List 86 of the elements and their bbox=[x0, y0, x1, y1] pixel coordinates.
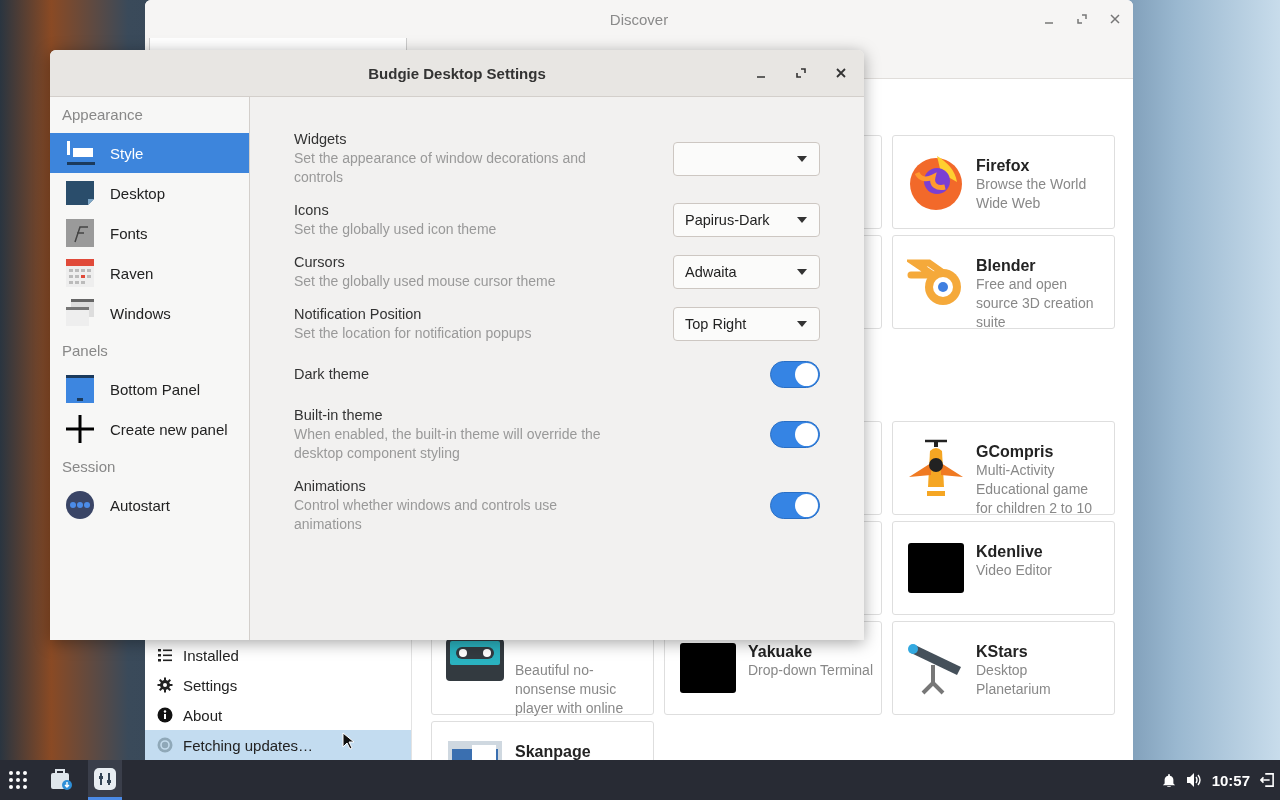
taskbar-app[interactable] bbox=[88, 760, 122, 800]
setting-description: Set the globally used mouse cursor theme bbox=[294, 272, 557, 291]
dots-circle-icon bbox=[65, 490, 95, 520]
volume-icon[interactable] bbox=[1185, 772, 1202, 788]
app-card[interactable]: Kdenlive Video Editor bbox=[892, 521, 1115, 615]
caret-icon bbox=[797, 217, 807, 223]
setting-label: Notification Position bbox=[294, 305, 423, 324]
plus-icon bbox=[65, 414, 95, 444]
maximize-icon[interactable] bbox=[1076, 13, 1088, 25]
app-description: Drop-down Terminal bbox=[748, 661, 874, 680]
windows-icon bbox=[65, 298, 95, 328]
setting-description: Set the globally used icon theme bbox=[294, 220, 498, 239]
app-name: Kdenlive bbox=[976, 543, 1044, 560]
sidebar-item[interactable]: Fonts bbox=[50, 213, 249, 253]
sidebar-item[interactable]: Bottom Panel bbox=[50, 369, 249, 409]
app-name: Firefox bbox=[976, 157, 1031, 174]
info-icon bbox=[157, 707, 173, 723]
dropdown[interactable]: Top Right bbox=[673, 307, 820, 341]
notification-bell-icon[interactable] bbox=[1161, 773, 1176, 787]
sidebar-item[interactable]: Settings bbox=[145, 670, 411, 700]
setting-label: Built-in theme bbox=[294, 406, 384, 425]
sidebar-item[interactable]: Desktop bbox=[50, 173, 249, 213]
desktop-icon bbox=[65, 178, 95, 208]
app-name: KStars bbox=[976, 643, 1029, 660]
setting-label: Dark theme bbox=[294, 365, 370, 384]
app-description: Browse the World Wide Web bbox=[976, 175, 1088, 213]
toggle-switch[interactable] bbox=[770, 492, 820, 519]
sync-icon bbox=[157, 737, 173, 753]
app-card[interactable]: Skanpage bbox=[431, 721, 654, 760]
caret-icon bbox=[797, 321, 807, 327]
app-name: Skanpage bbox=[515, 743, 592, 760]
toggle-switch[interactable] bbox=[770, 361, 820, 388]
app-name: GCompris bbox=[976, 443, 1055, 460]
setting-label: Cursors bbox=[294, 253, 346, 272]
app-description: Multi-Activity Educational game for children 2 to 10 bbox=[976, 461, 1093, 518]
sidebar-item[interactable]: Autostart bbox=[50, 485, 249, 525]
sidebar-item[interactable]: Fetching updates… bbox=[145, 730, 411, 760]
app-description: Video Editor bbox=[976, 561, 1053, 580]
app-name: Blender bbox=[976, 257, 1037, 274]
setting-label: Icons bbox=[294, 201, 330, 220]
window-title: Budgie Desktop Settings bbox=[368, 64, 546, 82]
setting-label: Widgets bbox=[294, 130, 348, 149]
setting-description: Control whether windows and controls use animations bbox=[294, 496, 559, 534]
app-card[interactable]: GCompris Multi-Activity Educational game for children 2 to 10 bbox=[892, 421, 1115, 515]
sidebar-item[interactable]: Windows bbox=[50, 293, 249, 333]
clock[interactable]: 10:57 bbox=[1211, 771, 1250, 789]
app-description: Desktop Planetarium bbox=[976, 661, 1052, 699]
style-icon bbox=[65, 138, 95, 168]
sidebar-item[interactable]: Create new panel bbox=[50, 409, 249, 449]
app-name: Yakuake bbox=[748, 643, 814, 660]
sidebar-item[interactable]: Raven bbox=[50, 253, 249, 293]
sidebar-item[interactable]: About bbox=[145, 700, 411, 730]
list-icon bbox=[157, 647, 173, 663]
calendar-icon bbox=[65, 258, 95, 288]
setting-label: Animations bbox=[294, 477, 367, 496]
sidebar-item[interactable]: Installed bbox=[145, 640, 411, 670]
airplane-icon bbox=[907, 439, 965, 497]
sidebar-item[interactable]: Style bbox=[50, 133, 249, 173]
app-description: Free and open source 3D creation suite bbox=[976, 275, 1095, 332]
settings-app-icon bbox=[93, 766, 117, 791]
app-card[interactable]: Firefox Browse the World Wide Web bbox=[892, 135, 1115, 229]
window-title: Discover bbox=[609, 10, 669, 28]
app-card[interactable]: Blender Free and open source 3D creation suite bbox=[892, 235, 1115, 329]
dropdown[interactable]: Papirus-Dark bbox=[673, 203, 820, 237]
setting-description: Set the location for notification popups bbox=[294, 324, 533, 343]
setting-description: When enabled, the built-in theme will override the desktop component styling bbox=[294, 425, 602, 463]
section-header: Appearance bbox=[61, 105, 144, 125]
caret-icon bbox=[797, 269, 807, 275]
fox-globe-icon bbox=[907, 153, 965, 211]
setting-description: Set the appearance of window decorations and controls bbox=[294, 149, 587, 187]
close-icon[interactable] bbox=[835, 67, 847, 79]
logout-icon[interactable] bbox=[1260, 773, 1274, 787]
toggle-switch[interactable] bbox=[770, 421, 820, 448]
maximize-icon[interactable] bbox=[795, 67, 807, 79]
cursor-icon bbox=[342, 732, 354, 750]
section-header: Session bbox=[61, 457, 117, 477]
panel-icon bbox=[65, 374, 95, 404]
dropdown[interactable]: Adwaita bbox=[673, 255, 820, 289]
settings-icon bbox=[157, 677, 173, 693]
caret-icon bbox=[797, 155, 807, 162]
font-icon bbox=[65, 218, 95, 248]
app-grid-icon[interactable] bbox=[8, 770, 28, 790]
app-card[interactable]: KStars Desktop Planetarium bbox=[892, 621, 1115, 715]
section-header: Panels bbox=[61, 341, 109, 361]
shopping-bag-icon bbox=[49, 766, 73, 791]
app-description: Beautiful no-nonsense music player with online bbox=[515, 661, 625, 718]
